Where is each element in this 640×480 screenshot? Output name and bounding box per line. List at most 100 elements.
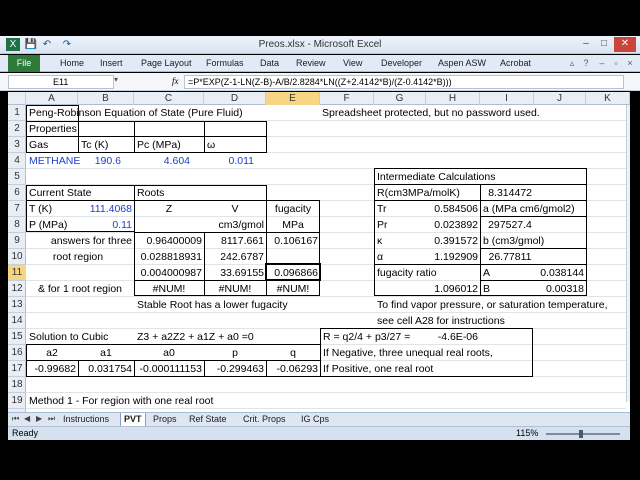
cell-i11[interactable]: A (483, 265, 490, 281)
row-header-15[interactable]: 15 (8, 329, 26, 345)
cell-e17[interactable]: q (266, 345, 320, 361)
row-header-19[interactable]: 19 (8, 393, 26, 409)
row-header-2[interactable]: 2 (8, 121, 26, 137)
worksheet-grid[interactable]: A B C D E F G H I J K 1 2 3 4 5 6 7 8 9 … (8, 92, 630, 415)
cell-c4[interactable]: 4.604 (134, 153, 190, 169)
cell-e7[interactable]: fugacity (266, 201, 320, 217)
zoom-level[interactable]: 115% (516, 428, 538, 438)
column-header-h[interactable]: H (426, 92, 480, 105)
column-header-c[interactable]: C (134, 92, 204, 105)
cell-a16[interactable]: Solution to Cubic (29, 329, 108, 345)
cell-d10[interactable]: 242.6787 (204, 249, 264, 265)
vertical-scrollbar[interactable] (626, 105, 630, 402)
cell-g13[interactable]: To find vapor pressure, or saturation te… (377, 297, 608, 313)
cell-d9[interactable]: 8117.661 (204, 233, 264, 249)
chevron-down-icon[interactable]: ▾ (114, 75, 118, 84)
cell-c17[interactable]: a0 (134, 345, 204, 361)
cell-c13[interactable]: Stable Root has a lower fugacity (137, 297, 288, 313)
column-header-a[interactable]: A (26, 92, 78, 105)
sheet-tab-instructions[interactable]: Instructions (60, 413, 112, 426)
row-header-18[interactable]: 18 (8, 377, 26, 393)
workbook-close-icon[interactable]: × (624, 57, 636, 69)
cell-i9[interactable]: b (cm3/gmol) (483, 233, 544, 249)
cell-a4[interactable]: METHANE (29, 153, 80, 169)
zoom-slider[interactable] (546, 433, 620, 435)
cell-c11[interactable]: 0.004000987 (134, 265, 202, 281)
cell-g14[interactable]: see cell A28 for instructions (377, 313, 505, 329)
cell-g5[interactable]: Intermediate Calculations (377, 169, 495, 185)
cell-j11[interactable]: 0.038144 (534, 265, 584, 281)
cell-h12[interactable]: 1.096012 (426, 281, 478, 297)
cell-g7[interactable]: Tr (377, 201, 387, 217)
cell-e9[interactable]: 0.106167 (266, 233, 318, 249)
cell-b18[interactable]: 0.031754 (78, 361, 132, 377)
cell-d3[interactable]: ω (207, 137, 215, 153)
cell-i7[interactable]: a (MPa cm6/gmol2) (483, 201, 575, 217)
cell-a8[interactable]: P (MPa) (29, 217, 67, 233)
cell-a17[interactable]: a2 (26, 345, 78, 361)
close-button[interactable]: ✕ (614, 37, 636, 52)
cell-f18[interactable]: If Positive, one real root (323, 361, 433, 377)
tab-review[interactable]: Review (296, 58, 326, 68)
row-header-10[interactable]: 10 (8, 249, 26, 265)
cell-b17[interactable]: a1 (78, 345, 134, 361)
row-header-8[interactable]: 8 (8, 217, 26, 233)
cell-b8[interactable]: 0.11 (78, 217, 132, 233)
column-header-j[interactable]: J (534, 92, 586, 105)
ribbon-collapse-icon[interactable]: ▵ (566, 57, 578, 69)
formula-input[interactable]: =P*EXP(Z-1-LN(Z-B)-A/B/2.8284*LN((Z+2.41… (184, 75, 624, 89)
column-header-b[interactable]: B (78, 92, 134, 105)
cell-a9[interactable]: answers for three (26, 233, 132, 249)
next-sheet-icon[interactable]: ▶ (36, 414, 42, 423)
workbook-restore-icon[interactable]: ▫ (610, 57, 622, 69)
cell-a7[interactable]: T (K) (29, 201, 52, 217)
last-sheet-icon[interactable]: ⏭ (48, 414, 55, 424)
tab-insert[interactable]: Insert (100, 58, 123, 68)
row-header-14[interactable]: 14 (8, 313, 26, 329)
cell-h10[interactable]: 1.192909 (426, 249, 478, 265)
row-header-4[interactable]: 4 (8, 153, 26, 169)
cell-e11[interactable]: 0.096866 (266, 265, 318, 281)
tab-aspen-asw[interactable]: Aspen ASW (438, 58, 486, 68)
cell-g11[interactable]: fugacity ratio (377, 265, 437, 281)
cell-d18[interactable]: -0.299463 (204, 361, 264, 377)
sheet-tab-props[interactable]: Props (150, 413, 180, 426)
row-header-6[interactable]: 6 (8, 185, 26, 201)
cell-j12[interactable]: 0.00318 (534, 281, 584, 297)
select-all-corner[interactable] (8, 92, 26, 105)
cell-d17[interactable]: p (204, 345, 266, 361)
cell-a20[interactable]: Method 1 - For region with one real root (29, 393, 213, 409)
cell-b7[interactable]: 111.4068 (78, 201, 132, 217)
row-header-7[interactable]: 7 (8, 201, 26, 217)
row-header-1[interactable]: 1 (8, 105, 26, 121)
prev-sheet-icon[interactable]: ◀ (24, 414, 30, 423)
cell-f16[interactable]: R = q2/4 + p3/27 = (323, 329, 410, 345)
column-header-e[interactable]: E (266, 92, 320, 105)
cell-i12[interactable]: B (483, 281, 490, 297)
sheet-tab-ref-state[interactable]: Ref State (186, 413, 230, 426)
cell-c7[interactable]: Z (134, 201, 204, 217)
tab-data[interactable]: Data (260, 58, 279, 68)
cell-d11[interactable]: 33.69155 (204, 265, 264, 281)
row-header-5[interactable]: 5 (8, 169, 26, 185)
tab-developer[interactable]: Developer (381, 58, 422, 68)
column-header-k[interactable]: K (586, 92, 630, 105)
cell-a12[interactable]: & for 1 root region (26, 281, 134, 297)
cell-f17[interactable]: If Negative, three unequal real roots, (323, 345, 493, 361)
cell-f1[interactable]: Spreadsheet protected, but no password u… (322, 105, 540, 121)
cell-c18[interactable]: -0.000111153 (134, 361, 202, 377)
tab-formulas[interactable]: Formulas (206, 58, 244, 68)
cell-c6[interactable]: Roots (137, 185, 164, 201)
row-header-9[interactable]: 9 (8, 233, 26, 249)
row-header-13[interactable]: 13 (8, 297, 26, 313)
sheet-tab-pvt[interactable]: PVT (120, 413, 146, 426)
cell-a10[interactable]: root region (26, 249, 130, 265)
row-header-11[interactable]: 11 (8, 265, 26, 281)
sheet-tab-ig-cps[interactable]: IG Cps (298, 413, 332, 426)
insert-function-icon[interactable]: fx (172, 76, 179, 86)
tab-page-layout[interactable]: Page Layout (141, 58, 192, 68)
row-header-3[interactable]: 3 (8, 137, 26, 153)
minimize-button[interactable]: – (578, 37, 594, 52)
cell-d8[interactable]: cm3/gmol (204, 217, 264, 233)
tab-home[interactable]: Home (60, 58, 84, 68)
